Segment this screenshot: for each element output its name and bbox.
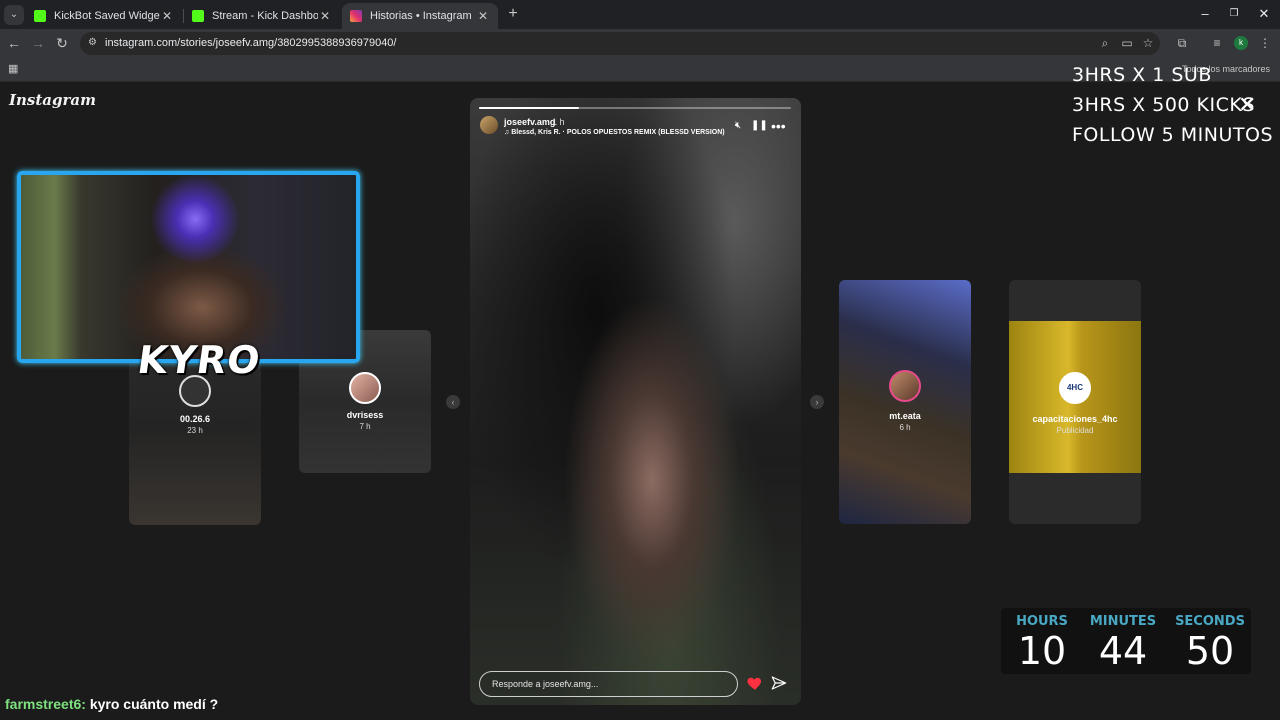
- timer-seconds: SECONDS 50: [1171, 614, 1249, 673]
- close-tab-icon[interactable]: ✕: [318, 9, 332, 23]
- goal-line: FOLLOW 5 MINUTOS: [1072, 124, 1274, 146]
- pause-icon[interactable]: ❚❚: [751, 119, 768, 133]
- zoom-icon[interactable]: ⌕: [1096, 34, 1114, 52]
- heart-icon[interactable]: [746, 674, 764, 692]
- cast-icon[interactable]: ▭: [1118, 34, 1136, 52]
- mute-icon[interactable]: 🔇︎: [731, 119, 745, 133]
- back-arrow-icon[interactable]: ←: [5, 34, 23, 52]
- sponsored-story-card[interactable]: 4HC capacitaciones_4hc Publicidad: [1009, 280, 1141, 524]
- chrome-menu-icon[interactable]: ⋮: [1256, 34, 1274, 52]
- story-username: 00.26.6: [179, 414, 211, 424]
- tab-title: Historias • Instagram: [370, 10, 472, 22]
- seconds-label: SECONDS: [1175, 614, 1245, 629]
- story-timestamp: 1 h: [552, 117, 565, 127]
- tab-title: Stream - Kick Dashboard: [212, 10, 318, 22]
- send-icon[interactable]: [770, 674, 788, 692]
- reload-icon[interactable]: ↻: [53, 34, 71, 52]
- chat-message: farmstreet6: kyro cuánto medí ?: [5, 696, 218, 712]
- minutes-label: MINUTES: [1089, 614, 1157, 629]
- close-icon: ✕: [1238, 92, 1257, 117]
- minimize-icon[interactable]: –: [1195, 5, 1215, 23]
- story-reply-input[interactable]: [479, 671, 738, 697]
- tab-search-button[interactable]: ⌄: [4, 5, 24, 25]
- story-music-label[interactable]: ♫ Blessd, Kris R. · POLOS OPUESTOS REMIX…: [504, 129, 725, 136]
- seconds-value: 50: [1185, 629, 1235, 673]
- kick-favicon-icon: [192, 10, 204, 22]
- tab-kickbot-widgets[interactable]: KickBot Saved Widgets ✕: [26, 3, 182, 29]
- story-preview-card[interactable]: mt.eata 6 h: [839, 280, 971, 524]
- story-time: 7 h: [359, 422, 371, 431]
- chat-username: farmstreet6:: [5, 696, 86, 712]
- tab-title: KickBot Saved Widgets: [54, 10, 160, 22]
- chevron-right-icon[interactable]: ›: [810, 395, 824, 409]
- minutes-value: 44: [1098, 629, 1148, 673]
- ad-avatar: 4HC: [1059, 372, 1091, 404]
- tab-instagram-stories[interactable]: Historias • Instagram ✕: [342, 3, 498, 29]
- new-tab-button[interactable]: +: [504, 5, 522, 23]
- story-progress-bar: [479, 107, 791, 109]
- story-username: mt.eata: [889, 411, 921, 421]
- bookmark-star-icon[interactable]: ☆: [1139, 34, 1157, 52]
- tab-kick-dashboard[interactable]: Stream - Kick Dashboard ✕: [184, 3, 340, 29]
- story-username: dvrisess: [346, 410, 384, 420]
- media-control-icon[interactable]: ≡: [1208, 34, 1226, 52]
- story-time: 6 h: [899, 423, 911, 432]
- goal-line: 3HRS X 1 SUB: [1072, 64, 1212, 86]
- tab-strip: ⌄ KickBot Saved Widgets ✕ Stream - Kick …: [0, 0, 1280, 29]
- apps-grid-icon[interactable]: ▦: [8, 62, 22, 76]
- instagram-favicon-icon: [350, 10, 362, 22]
- story-username[interactable]: joseefv.amg: [504, 117, 555, 127]
- sponsored-label: Publicidad: [1056, 426, 1094, 435]
- browser-toolbar: ← → ↻ ⚙ instagram.com/stories/joseefv.am…: [0, 29, 1280, 58]
- story-time: 23 h: [187, 426, 203, 435]
- story-progress-fill: [479, 107, 579, 109]
- hours-label: HOURS: [1016, 614, 1068, 629]
- more-options-icon[interactable]: •••: [771, 119, 786, 133]
- close-tab-icon[interactable]: ✕: [476, 9, 490, 23]
- hours-value: 10: [1017, 629, 1067, 673]
- site-settings-icon[interactable]: ⚙: [88, 37, 100, 49]
- forward-arrow-icon[interactable]: →: [29, 34, 47, 52]
- extensions-icon[interactable]: ⧉: [1173, 34, 1191, 52]
- story-avatar: [349, 372, 381, 404]
- streamer-logo: KYRO: [134, 338, 264, 382]
- instagram-logo[interactable]: Instagram: [9, 91, 96, 109]
- restore-icon[interactable]: ❐: [1224, 5, 1244, 23]
- address-bar[interactable]: ⚙ instagram.com/stories/joseefv.amg/3802…: [80, 32, 1160, 55]
- kick-favicon-icon: [34, 10, 46, 22]
- subathon-timer: HOURS 10 MINUTES 44 SECONDS 50: [1001, 608, 1251, 674]
- music-title: Blessd, Kris R. · POLOS OPUESTOS REMIX (…: [511, 129, 725, 136]
- close-tab-icon[interactable]: ✕: [160, 9, 174, 23]
- chat-text: kyro cuánto medí ?: [89, 696, 219, 712]
- webcam-overlay: [17, 171, 360, 363]
- timer-hours: HOURS 10: [1005, 614, 1079, 673]
- chevron-left-icon[interactable]: ‹: [446, 395, 460, 409]
- url-text[interactable]: instagram.com/stories/joseefv.amg/380299…: [105, 37, 396, 49]
- story-avatar: [889, 370, 921, 402]
- story-username: capacitaciones_4hc: [1032, 414, 1118, 424]
- profile-avatar[interactable]: k: [1234, 36, 1248, 50]
- story-user-avatar[interactable]: [480, 116, 498, 134]
- active-story[interactable]: joseefv.amg 1 h ♫ Blessd, Kris R. · POLO…: [470, 98, 801, 705]
- timer-minutes: MINUTES 44: [1083, 614, 1163, 673]
- window-close-icon[interactable]: ✕: [1254, 5, 1274, 23]
